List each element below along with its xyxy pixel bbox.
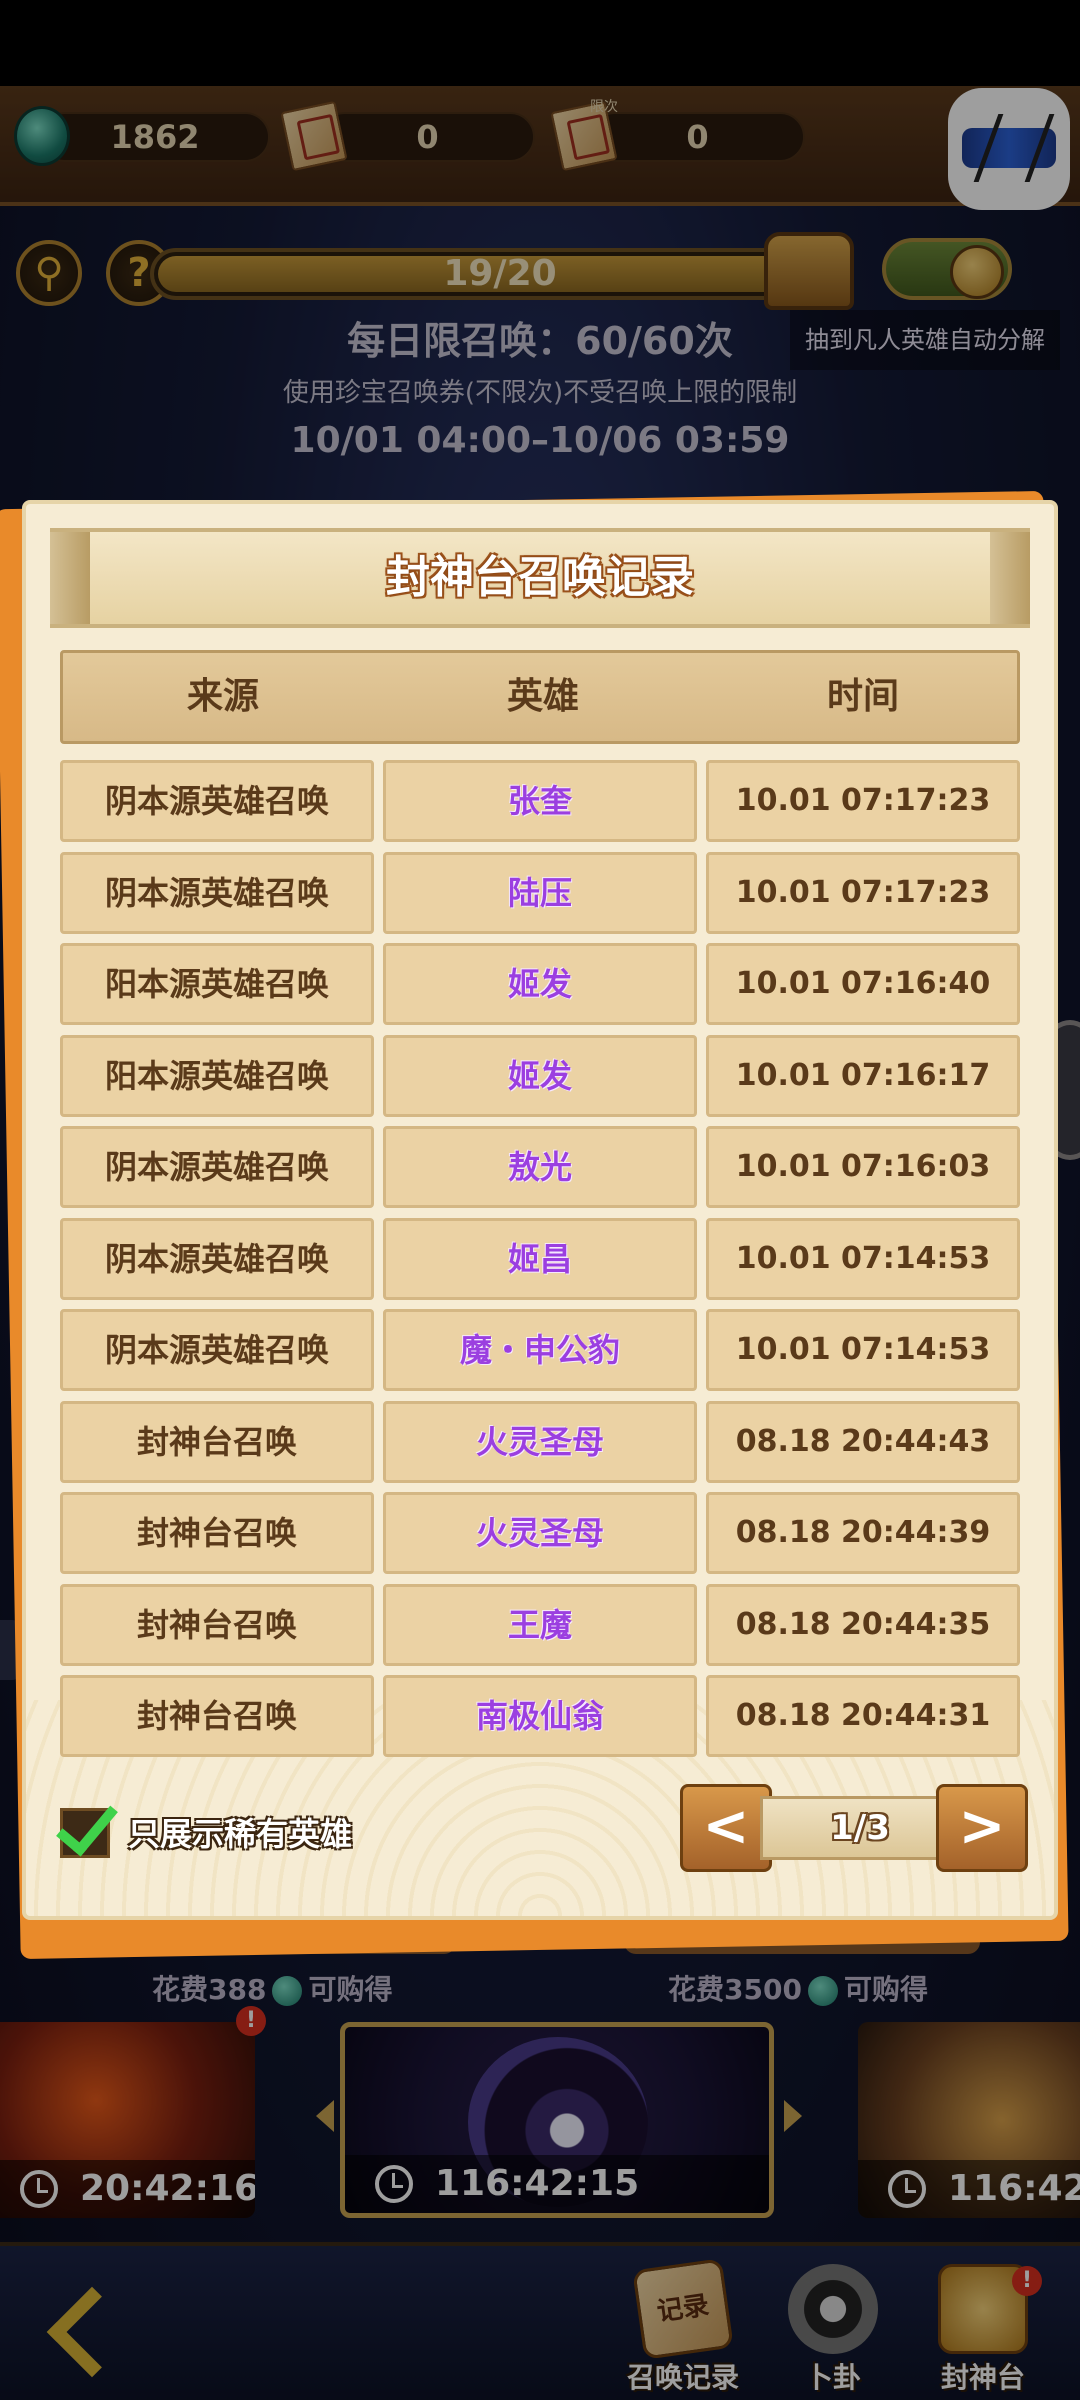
time-cell: 08.18 20:44:39 bbox=[706, 1492, 1020, 1574]
time-cell: 10.01 07:16:17 bbox=[706, 1034, 1020, 1117]
column-source: 来源 bbox=[186, 676, 259, 717]
source-cell: 阴本源英雄召唤 bbox=[60, 1217, 374, 1300]
table-row: 阴本源英雄召唤 敖光 10.01 07:16:03 bbox=[60, 1126, 1020, 1208]
time-cell: 08.18 20:44:43 bbox=[706, 1400, 1020, 1483]
table-row: 封神台召唤 王魔 08.18 20:44:35 bbox=[60, 1583, 1020, 1666]
source-cell: 封神台召唤 bbox=[60, 1583, 374, 1666]
column-hero: 英雄 bbox=[506, 676, 579, 717]
source-cell: 阴本源英雄召唤 bbox=[60, 1309, 374, 1391]
source-cell: 阳本源英雄召唤 bbox=[60, 1034, 374, 1117]
page-indicator: 1/3 bbox=[760, 1796, 960, 1860]
source-cell: 阴本源英雄召唤 bbox=[60, 1126, 374, 1208]
page-number: 1/3 bbox=[830, 1808, 890, 1848]
column-time: 时间 bbox=[826, 676, 899, 717]
status-bar bbox=[0, 0, 1080, 86]
hero-cell: 南极仙翁 bbox=[383, 1675, 697, 1757]
time-cell: 10.01 07:14:53 bbox=[706, 1309, 1020, 1391]
hero-cell: 火灵圣母 bbox=[383, 1492, 697, 1574]
table-row: 封神台召唤 南极仙翁 08.18 20:44:31 bbox=[60, 1675, 1020, 1757]
hero-cell: 魔・申公豹 bbox=[383, 1309, 697, 1391]
time-cell: 10.01 07:17:23 bbox=[706, 760, 1020, 842]
time-cell: 10.01 07:14:53 bbox=[706, 1217, 1020, 1300]
time-cell: 10.01 07:16:03 bbox=[706, 1126, 1020, 1208]
table-row: 阳本源英雄召唤 姬发 10.01 07:16:17 bbox=[60, 1034, 1020, 1117]
rare-filter-label[interactable]: 只展示稀有英雄 bbox=[128, 1808, 352, 1860]
source-cell: 封神台召唤 bbox=[60, 1675, 374, 1757]
hero-cell: 姬发 bbox=[383, 943, 697, 1025]
hero-cell: 陆压 bbox=[383, 851, 697, 934]
table-row: 封神台召唤 火灵圣母 08.18 20:44:39 bbox=[60, 1492, 1020, 1574]
hero-cell: 王魔 bbox=[383, 1583, 697, 1666]
hero-cell: 姬昌 bbox=[383, 1217, 697, 1300]
hero-cell: 火灵圣母 bbox=[383, 1400, 697, 1483]
hero-cell: 敖光 bbox=[383, 1126, 697, 1208]
next-page-button[interactable]: > bbox=[936, 1784, 1028, 1872]
time-cell: 08.18 20:44:31 bbox=[706, 1675, 1020, 1757]
hero-cell: 张奎 bbox=[383, 760, 697, 842]
source-cell: 阴本源英雄召唤 bbox=[60, 851, 374, 934]
source-cell: 封神台召唤 bbox=[60, 1492, 374, 1574]
dialog-title: 封神台召唤记录 bbox=[386, 552, 694, 603]
time-cell: 08.18 20:44:35 bbox=[706, 1583, 1020, 1666]
time-cell: 10.01 07:16:40 bbox=[706, 943, 1020, 1025]
table-row: 阴本源英雄召唤 张奎 10.01 07:17:23 bbox=[60, 760, 1020, 842]
source-cell: 封神台召唤 bbox=[60, 1400, 374, 1483]
time-cell: 10.01 07:17:23 bbox=[706, 851, 1020, 934]
table-row: 封神台召唤 火灵圣母 08.18 20:44:43 bbox=[60, 1400, 1020, 1483]
table-row: 阳本源英雄召唤 姬发 10.01 07:16:40 bbox=[60, 943, 1020, 1025]
table-row: 阴本源英雄召唤 陆压 10.01 07:17:23 bbox=[60, 851, 1020, 934]
source-cell: 阴本源英雄召唤 bbox=[60, 760, 374, 842]
hero-cell: 姬发 bbox=[383, 1034, 697, 1117]
rare-filter-checkbox[interactable] bbox=[60, 1808, 110, 1858]
table-row: 阴本源英雄召唤 魔・申公豹 10.01 07:14:53 bbox=[60, 1309, 1020, 1391]
source-cell: 阳本源英雄召唤 bbox=[60, 943, 374, 1025]
prev-page-button[interactable]: < bbox=[680, 1784, 772, 1872]
table-row: 阴本源英雄召唤 姬昌 10.01 07:14:53 bbox=[60, 1217, 1020, 1300]
table-header: 来源 英雄 时间 bbox=[60, 650, 1020, 744]
